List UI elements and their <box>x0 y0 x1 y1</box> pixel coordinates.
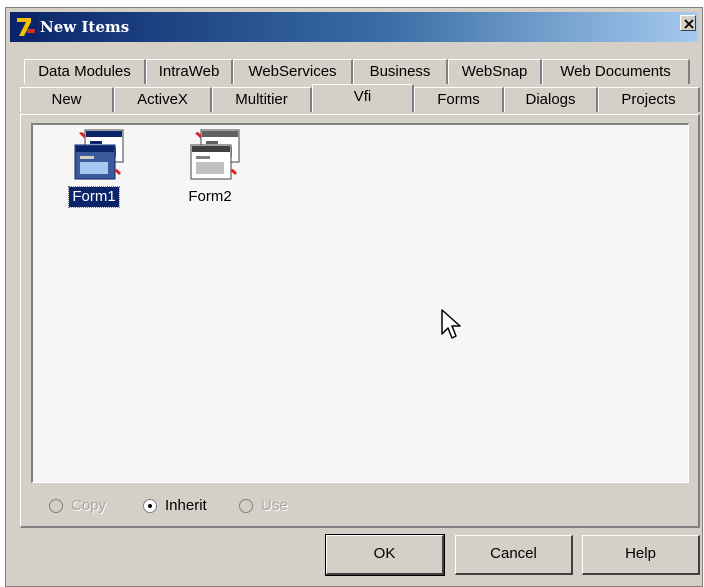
copy-radio-label: Copy <box>71 497 107 514</box>
tab-new[interactable]: New <box>20 87 114 112</box>
close-icon <box>684 19 694 29</box>
list-item-form1[interactable]: Form1 <box>54 129 134 213</box>
inherit-radio-label: Inherit <box>165 497 207 514</box>
list-item-form2[interactable]: Form2 <box>170 129 250 213</box>
tab-activex[interactable]: ActiveX <box>114 87 212 112</box>
tab-vfi[interactable]: Vfi <box>312 84 414 112</box>
form-icon <box>74 129 124 180</box>
radio-button-icon <box>239 499 253 513</box>
form-icon <box>190 129 240 180</box>
cancel-button[interactable]: Cancel <box>455 535 573 575</box>
tab-multitier[interactable]: Multitier <box>212 87 312 112</box>
mouse-pointer-icon <box>441 309 461 339</box>
radio-button-selected-icon <box>143 499 157 513</box>
item-label: Form1 <box>68 186 120 208</box>
new-items-dialog: New Items Data Modules IntraWeb WebServi… <box>5 7 703 587</box>
ok-button[interactable]: OK <box>325 534 445 576</box>
title-bar[interactable]: New Items <box>10 12 698 42</box>
item-label: Form2 <box>188 188 232 205</box>
item-label-container: Form1 <box>54 186 134 208</box>
window-title: New Items <box>40 18 130 36</box>
tab-data-modules[interactable]: Data Modules <box>24 59 146 84</box>
tab-web-documents[interactable]: Web Documents <box>542 59 690 84</box>
use-radio-label: Use <box>261 497 288 514</box>
items-list-view[interactable]: Form1 Form2 <box>31 123 689 483</box>
tab-projects[interactable]: Projects <box>598 87 700 112</box>
item-label-container: Form2 <box>170 187 250 207</box>
tab-websnap[interactable]: WebSnap <box>448 59 542 84</box>
tab-panel-vfi: Form1 Form2 Copy Inherit Use <box>20 114 700 528</box>
close-button[interactable] <box>680 15 696 31</box>
tab-dialogs[interactable]: Dialogs <box>504 87 598 112</box>
delphi-logo-icon <box>15 15 37 39</box>
help-button[interactable]: Help <box>582 535 700 575</box>
tab-intraweb[interactable]: IntraWeb <box>146 59 233 84</box>
tab-webservices[interactable]: WebServices <box>233 59 353 84</box>
tab-forms[interactable]: Forms <box>414 87 504 112</box>
tab-business[interactable]: Business <box>353 59 448 84</box>
radio-button-icon <box>49 499 63 513</box>
